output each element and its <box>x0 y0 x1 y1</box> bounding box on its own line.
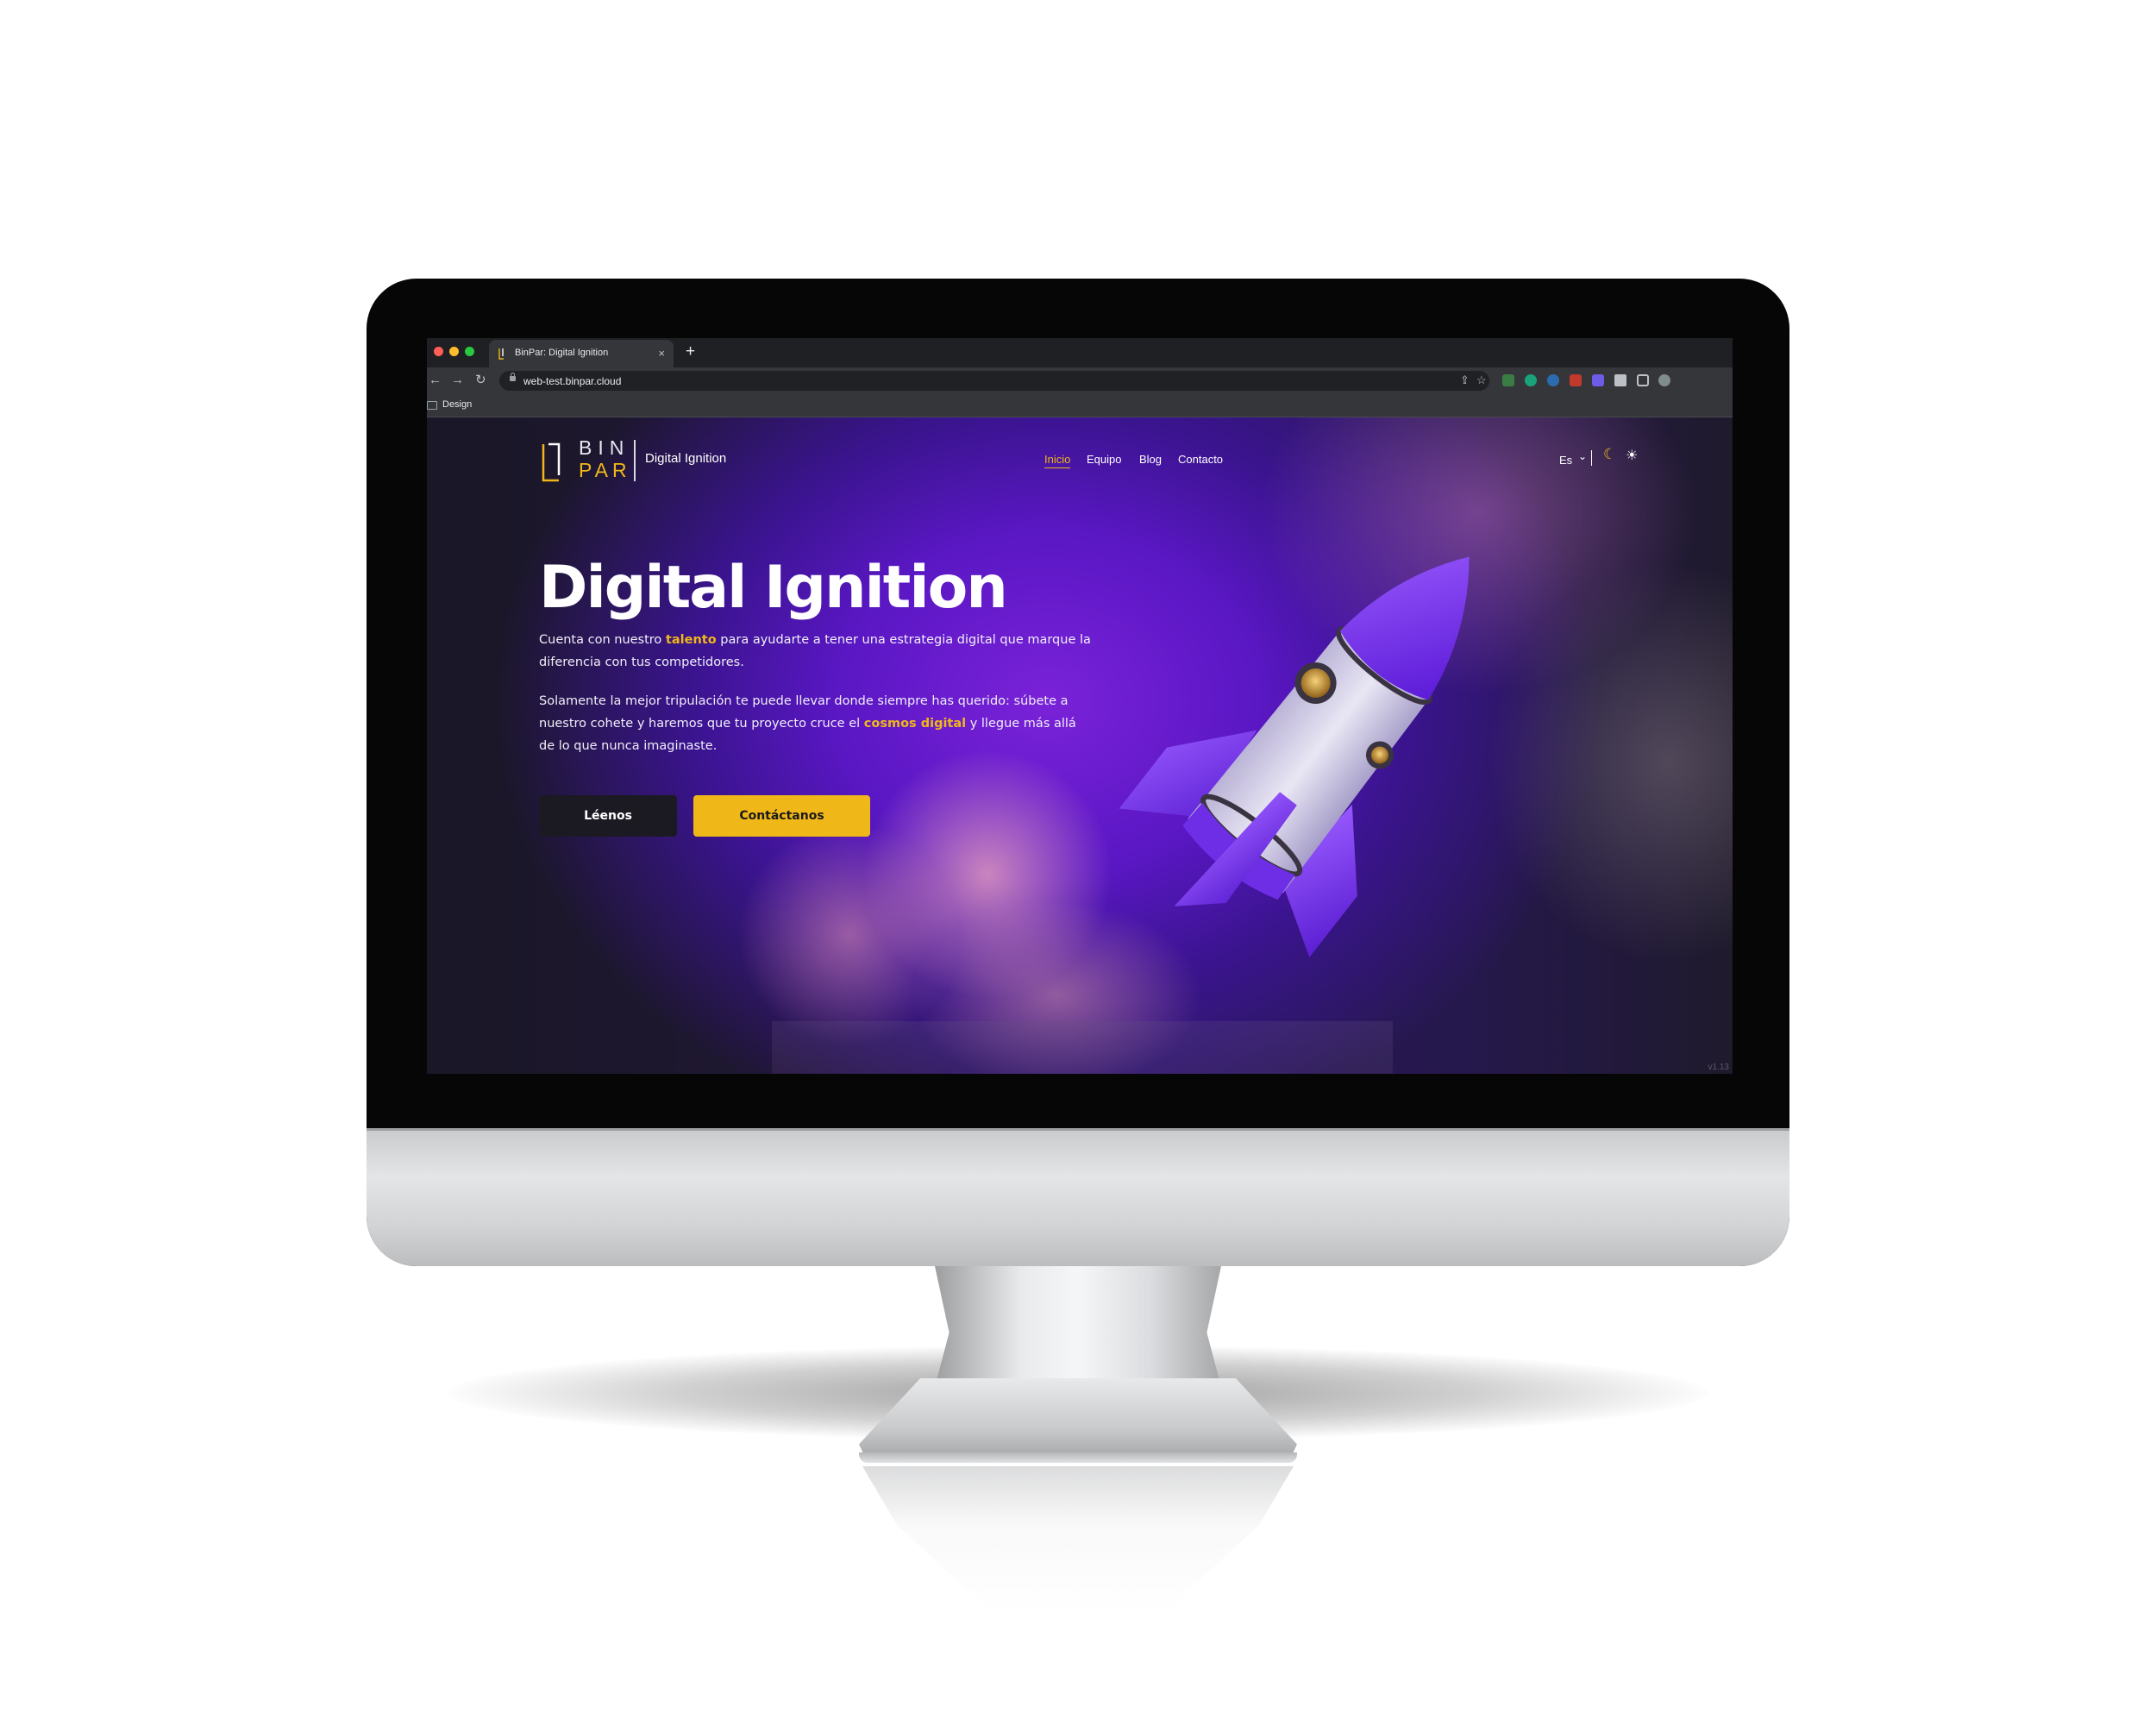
monitor-chin <box>367 1128 1789 1266</box>
minimize-window-button[interactable] <box>449 347 459 356</box>
hero-paragraph-1: Cuenta con nuestro talento para ayudarte… <box>539 629 1091 674</box>
contactanos-button[interactable]: Contáctanos <box>693 795 870 837</box>
nav-blog[interactable]: Blog <box>1139 453 1162 466</box>
browser-tab-strip: BinPar: Digital Ignition × + <box>427 338 1733 367</box>
chevron-down-icon[interactable]: ⌄ <box>1578 450 1587 462</box>
folder-icon <box>427 401 437 410</box>
browser-tab[interactable]: BinPar: Digital Ignition × <box>489 340 674 367</box>
stand-reflection <box>862 1466 1294 1613</box>
logo-par-text: PAR <box>579 459 631 481</box>
logo-divider <box>634 440 636 481</box>
back-arrow-icon[interactable]: ← <box>429 373 442 388</box>
logo-bin-text: BIN <box>579 436 630 459</box>
nav-equipo[interactable]: Equipo <box>1087 453 1121 466</box>
close-window-button[interactable] <box>434 347 443 356</box>
logo-tagline: Digital Ignition <box>645 451 727 466</box>
extension-icon-5[interactable] <box>1592 374 1604 386</box>
highlight-talento: talento <box>665 633 717 647</box>
share-icon[interactable]: ⇪ <box>1460 373 1470 387</box>
tab-title: BinPar: Digital Ignition <box>515 348 609 358</box>
maximize-window-button[interactable] <box>465 347 474 356</box>
nav-inicio[interactable]: Inicio <box>1044 453 1071 468</box>
version-label: v1.13 <box>1708 1063 1729 1072</box>
new-tab-button[interactable]: + <box>686 343 695 360</box>
bottom-strip <box>772 1021 1393 1074</box>
bookmark-star-icon[interactable]: ☆ <box>1476 373 1487 387</box>
leenos-button[interactable]: Léenos <box>539 795 677 837</box>
extension-icon-2[interactable] <box>1525 374 1537 386</box>
url-text: web-test.binpar.cloud <box>523 375 622 387</box>
extension-icon-1[interactable] <box>1502 374 1514 386</box>
hero-paragraph-2: Solamente la mejor tripulación te puede … <box>539 690 1091 757</box>
sun-icon[interactable]: ☀ <box>1626 447 1638 464</box>
forward-arrow-icon[interactable]: → <box>451 373 464 388</box>
hero-p1-text: Cuenta con nuestro <box>539 633 666 647</box>
bookmarks-bar: Design <box>427 394 1733 417</box>
hero-title: Digital Ignition <box>539 554 1008 622</box>
nav-contacto[interactable]: Contacto <box>1178 453 1223 466</box>
reload-icon[interactable]: ↻ <box>475 373 486 388</box>
screen: BinPar: Digital Ignition × + ← → ↻ web-t… <box>427 338 1733 1074</box>
binpar-favicon-icon <box>498 348 504 360</box>
side-panel-icon[interactable] <box>1637 374 1649 386</box>
website-page: BIN PAR Digital Ignition Inicio Equipo B… <box>427 417 1733 1074</box>
react-devtools-icon[interactable] <box>1547 374 1559 386</box>
lock-icon <box>510 373 516 381</box>
extension-icon-4[interactable] <box>1570 374 1582 386</box>
highlight-cosmos-digital: cosmos digital <box>863 717 967 731</box>
moon-icon[interactable]: ☾ <box>1603 446 1616 463</box>
monitor-stand-neck <box>935 1266 1221 1387</box>
browser-toolbar: ← → ↻ web-test.binpar.cloud ⇪ ☆ <box>427 367 1733 394</box>
monitor-stand-base-edge <box>859 1452 1297 1463</box>
address-bar[interactable]: web-test.binpar.cloud ⇪ ☆ <box>499 371 1489 391</box>
tab-close-icon[interactable]: × <box>658 347 665 360</box>
profile-avatar[interactable] <box>1658 374 1670 386</box>
language-selector[interactable]: Es <box>1559 454 1572 467</box>
puzzle-extensions-icon[interactable] <box>1614 374 1626 386</box>
header-divider <box>1591 450 1592 466</box>
binpar-logo-icon[interactable] <box>542 441 567 482</box>
rocket-illustration <box>1119 556 1470 957</box>
bookmark-design[interactable]: Design <box>442 399 472 410</box>
monitor-stand-base <box>859 1378 1297 1463</box>
